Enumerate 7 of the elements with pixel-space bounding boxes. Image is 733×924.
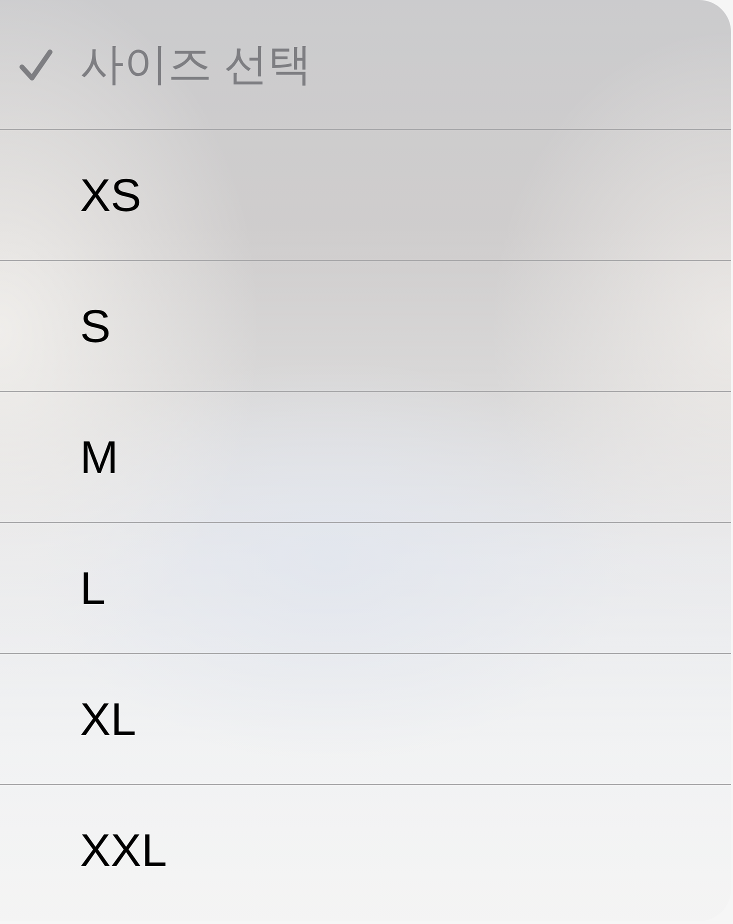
menu-option[interactable]: XS: [0, 129, 731, 260]
menu-option[interactable]: S: [0, 260, 731, 391]
menu-option[interactable]: L: [0, 522, 731, 653]
menu-option[interactable]: XXL: [0, 784, 731, 915]
check-icon: [19, 48, 53, 80]
menu-option[interactable]: XL: [0, 653, 731, 784]
menu-option[interactable]: M: [0, 391, 731, 522]
